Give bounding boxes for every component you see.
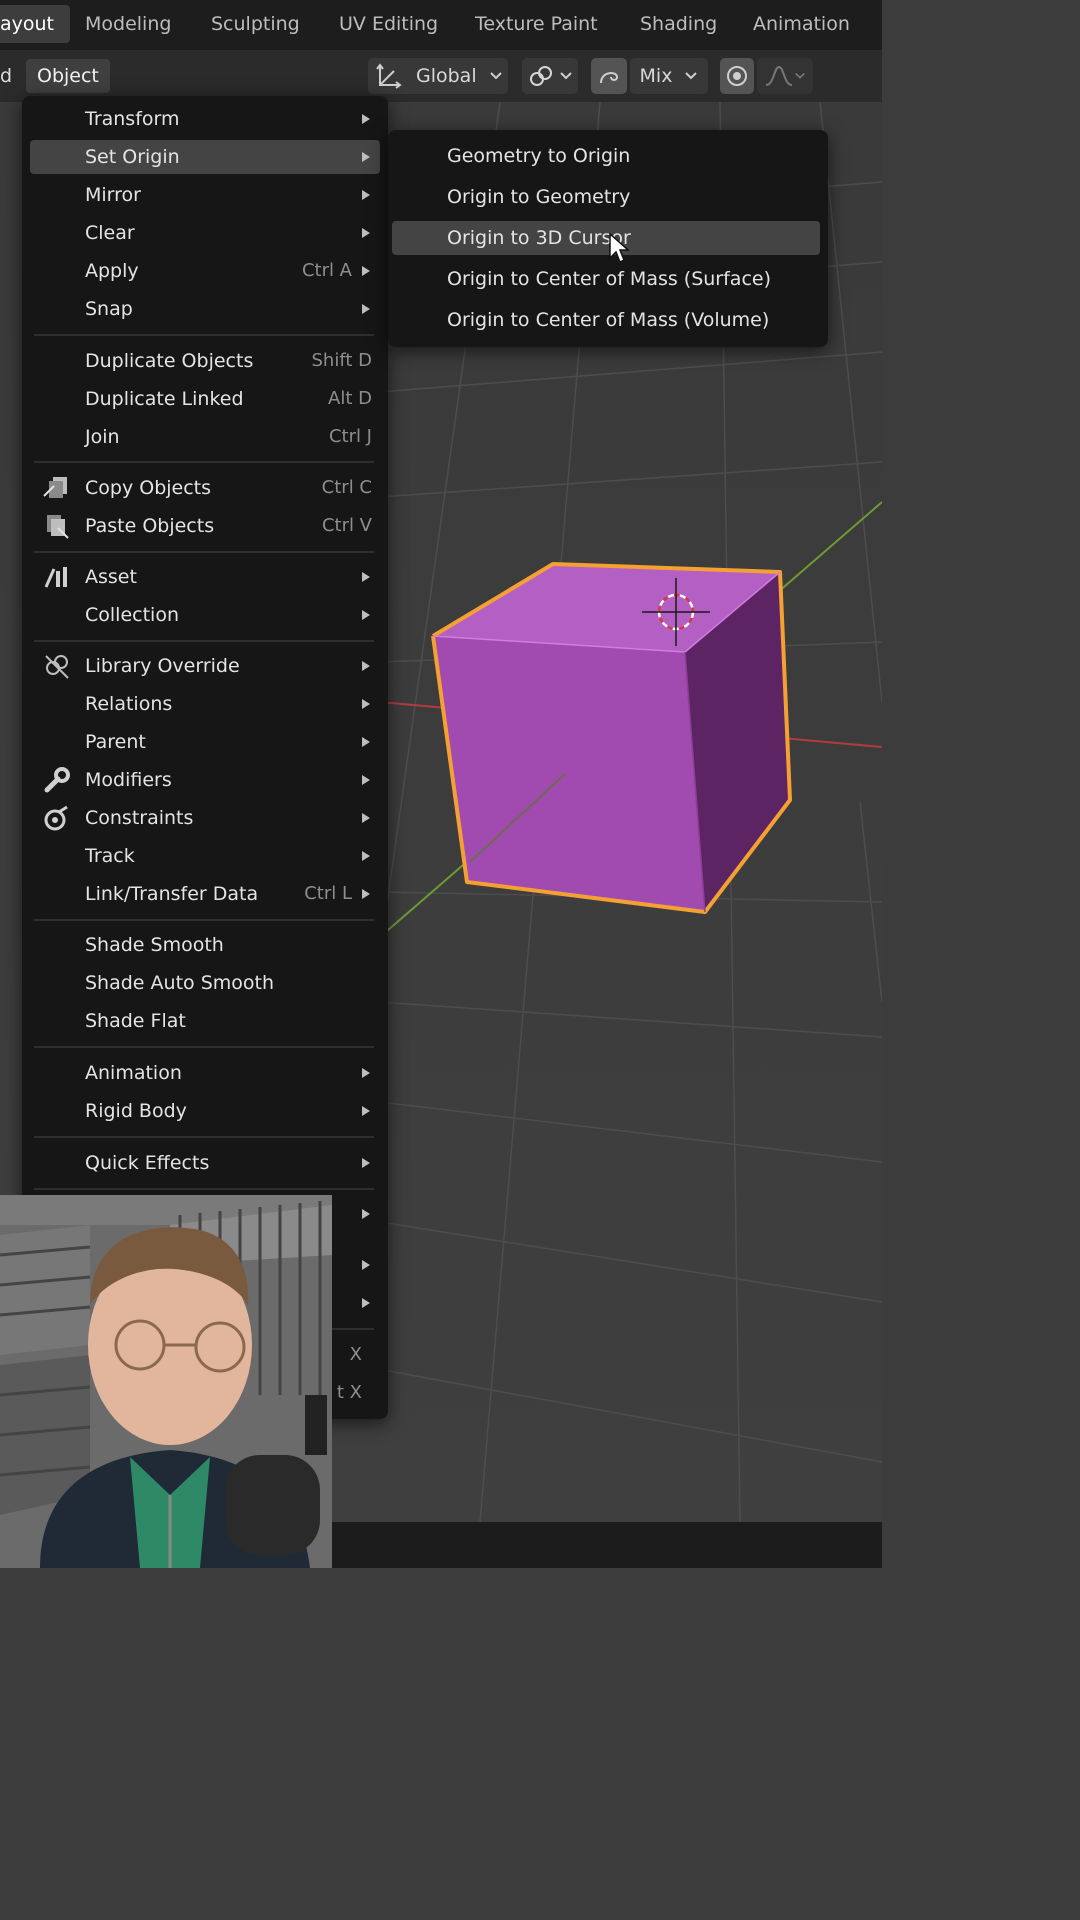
presenter-video-frame [0, 1195, 332, 1568]
snap-icon [527, 62, 555, 90]
proportional-editing-button[interactable] [720, 58, 754, 94]
menu-item-animation[interactable]: Animation [30, 1056, 380, 1090]
menu-item-asset[interactable]: Asset [30, 560, 380, 594]
menu-separator [34, 919, 374, 921]
falloff-curve-icon [764, 63, 794, 89]
chevron-down-icon [559, 71, 573, 81]
menu-item-paste-objects[interactable]: Paste Objects Ctrl V [30, 509, 380, 543]
menu-separator [34, 334, 374, 336]
falloff-dropdown[interactable] [757, 58, 813, 94]
transform-orientation-icon [374, 61, 404, 91]
chevron-down-icon [684, 71, 698, 81]
submenu-item-geometry-to-origin[interactable]: Geometry to Origin [392, 139, 820, 173]
menu-item-shade-smooth[interactable]: Shade Smooth [30, 928, 380, 962]
asset-icon [42, 563, 72, 591]
submenu-item-origin-to-3d-cursor[interactable]: Origin to 3D Cursor [392, 221, 820, 255]
transform-orientation-value: Global [416, 65, 477, 87]
proportional-mode-dropdown[interactable]: Mix [630, 58, 708, 94]
menu-item-parent[interactable]: Parent [30, 725, 380, 759]
proportional-mode-value: Mix [639, 65, 673, 87]
menu-item-rigid-body[interactable]: Rigid Body [30, 1094, 380, 1128]
menu-item-clear[interactable]: Clear [30, 216, 380, 250]
tab-sculpting[interactable]: Sculpting [211, 5, 300, 43]
proportional-edit-icon [596, 63, 622, 89]
menu-item-library-override[interactable]: Library Override [30, 649, 380, 683]
webcam-overlay [0, 1195, 332, 1568]
menu-item-relations[interactable]: Relations [30, 687, 380, 721]
menu-item-track[interactable]: Track [30, 839, 380, 873]
menu-item-quick-effects[interactable]: Quick Effects [30, 1146, 380, 1180]
target-icon [725, 64, 749, 88]
menu-separator [34, 551, 374, 553]
menu-item-link-transfer-data[interactable]: Link/Transfer Data Ctrl L [30, 877, 380, 911]
chevron-down-icon [794, 71, 806, 81]
menu-separator [34, 461, 374, 463]
menu-item-constraints[interactable]: Constraints [30, 801, 380, 835]
copy-objects-icon [42, 474, 72, 502]
menu-item-join[interactable]: Join Ctrl J [30, 420, 380, 454]
menu-item-mirror[interactable]: Mirror [30, 178, 380, 212]
object-menu-button[interactable]: Object [26, 59, 110, 93]
tab-texture-paint[interactable]: Texture Paint [475, 5, 598, 43]
tab-modeling[interactable]: Modeling [85, 5, 171, 43]
tab-layout[interactable]: ayout [0, 5, 71, 43]
transform-orientation-dropdown[interactable]: Global [368, 58, 508, 94]
submenu-item-origin-to-geometry[interactable]: Origin to Geometry [392, 180, 820, 214]
chevron-down-icon [489, 71, 503, 81]
submenu-item-origin-to-center-of-mass-volume[interactable]: Origin to Center of Mass (Volume) [392, 303, 820, 337]
constraint-icon [42, 804, 72, 832]
selected-cube [431, 562, 792, 914]
menu-separator [34, 1188, 374, 1190]
submenu-item-origin-to-center-of-mass-surface[interactable]: Origin to Center of Mass (Surface) [392, 262, 820, 296]
menu-item-shade-flat[interactable]: Shade Flat [30, 1004, 380, 1038]
header-menu-fragment[interactable]: d [0, 59, 12, 93]
menu-separator [34, 1046, 374, 1048]
menu-separator [34, 640, 374, 642]
tab-uv-editing[interactable]: UV Editing [339, 5, 438, 43]
tab-shading[interactable]: Shading [640, 5, 717, 43]
menu-item-shade-auto-smooth[interactable]: Shade Auto Smooth [30, 966, 380, 1000]
wrench-icon [42, 766, 72, 794]
menu-separator [34, 1136, 374, 1138]
menu-item-copy-objects[interactable]: Copy Objects Ctrl C [30, 471, 380, 505]
proportional-edit-toggle[interactable] [591, 58, 627, 94]
menu-item-set-origin[interactable]: Set Origin [30, 140, 380, 174]
menu-item-snap[interactable]: Snap [30, 292, 380, 326]
tab-animation[interactable]: Animation [753, 5, 850, 43]
menu-item-apply[interactable]: Apply Ctrl A [30, 254, 380, 288]
paste-objects-icon [42, 512, 72, 540]
menu-item-transform[interactable]: Transform [30, 102, 380, 136]
viewport-header: d Object Global Mix [0, 50, 882, 102]
menu-item-duplicate-objects[interactable]: Duplicate Objects Shift D [30, 344, 380, 378]
menu-item-collection[interactable]: Collection [30, 598, 380, 632]
menu-item-modifiers[interactable]: Modifiers [30, 763, 380, 797]
library-override-icon [42, 652, 72, 680]
mouse-pointer-icon [608, 232, 632, 268]
workspace-tabs-bar: ayout Modeling Sculpting UV Editing Text… [0, 0, 882, 50]
menu-item-duplicate-linked[interactable]: Duplicate Linked Alt D [30, 382, 380, 416]
snap-button[interactable] [522, 58, 578, 94]
